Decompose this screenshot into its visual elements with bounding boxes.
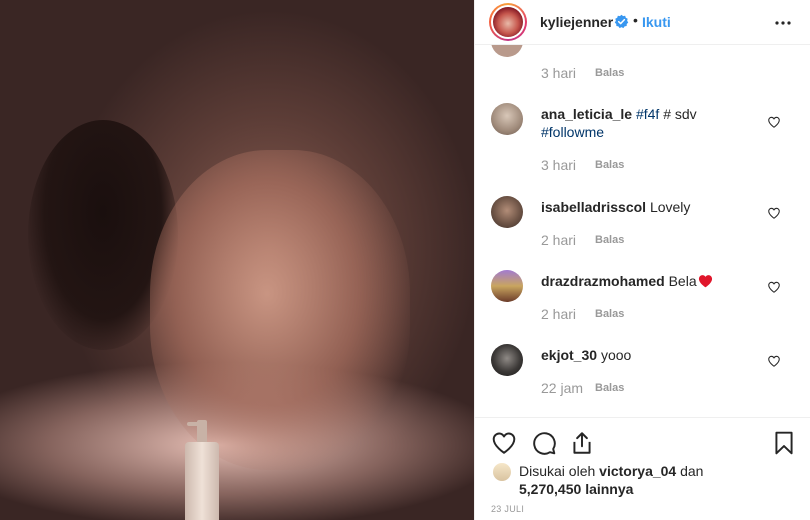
- comment-meta: 22 jam Balas: [541, 380, 624, 396]
- likes-and: dan: [680, 463, 704, 479]
- separator-dot: •: [633, 12, 638, 28]
- bottle-body: [185, 442, 219, 520]
- comment-time: 3 hari: [541, 157, 577, 173]
- bottle-graphic: [185, 420, 219, 520]
- like-comment-icon[interactable]: [767, 206, 781, 220]
- post-date[interactable]: 23 JULI: [491, 504, 524, 514]
- post-actions: Disukai oleh victorya_04 dan 5,270,450 l…: [475, 417, 810, 520]
- comment-meta: 2 hari Balas: [541, 306, 624, 322]
- likes-count[interactable]: 5,270,450: [519, 481, 581, 497]
- comment-meta: 2 hari Balas: [541, 232, 624, 248]
- comment-text: isabelladrisscol Lovely: [541, 198, 771, 216]
- likes-prefix: Disukai oleh: [519, 463, 596, 479]
- like-comment-icon[interactable]: [767, 280, 781, 294]
- hashtag-link[interactable]: #f4f: [636, 106, 659, 122]
- comment-time: 2 hari: [541, 232, 577, 248]
- liker-avatar[interactable]: [493, 463, 511, 481]
- post-header: kyliejenner • Ikuti: [475, 0, 810, 45]
- likes-summary: Disukai oleh victorya_04 dan 5,270,450 l…: [519, 462, 703, 498]
- comment-avatar[interactable]: [491, 344, 523, 376]
- bookmark-icon[interactable]: [771, 430, 797, 456]
- comment-time: 22 jam: [541, 380, 584, 396]
- avatar-image: [493, 7, 523, 37]
- author-username[interactable]: kyliejenner: [540, 14, 613, 30]
- reply-button[interactable]: Balas: [595, 234, 624, 246]
- comment-text: ekjot_30 yooo: [541, 346, 771, 364]
- more-options-icon[interactable]: [773, 13, 793, 33]
- comment-time: 2 hari: [541, 306, 577, 322]
- reply-button[interactable]: Balas: [595, 67, 624, 79]
- post-side-panel: kyliejenner • Ikuti 3 hari Balas ana_let…: [474, 0, 810, 520]
- comment-avatar[interactable]: [491, 103, 523, 135]
- comment-body: Lovely: [649, 199, 691, 215]
- reply-button[interactable]: Balas: [595, 159, 624, 171]
- like-heart-icon[interactable]: [491, 430, 517, 456]
- likes-suffix[interactable]: lainnya: [585, 481, 633, 497]
- heart-emoji-icon: [698, 275, 712, 288]
- share-icon[interactable]: [569, 430, 595, 456]
- comment-avatar[interactable]: [491, 270, 523, 302]
- post-photo[interactable]: [0, 0, 474, 520]
- comment-meta: 3 hari Balas: [541, 157, 624, 173]
- comment-meta: 3 hari Balas: [541, 65, 624, 81]
- like-comment-icon[interactable]: [767, 354, 781, 368]
- comment-body: # sdv: [659, 106, 697, 122]
- comment-username[interactable]: isabelladrisscol: [541, 199, 646, 215]
- verified-badge-icon: [614, 14, 629, 29]
- comment-body: yooo: [600, 347, 632, 363]
- reply-button[interactable]: Balas: [595, 382, 624, 394]
- comment-username[interactable]: ana_leticia_le: [541, 106, 632, 122]
- follow-button[interactable]: Ikuti: [642, 14, 671, 30]
- hashtag-link[interactable]: #followme: [541, 124, 604, 140]
- comment-username[interactable]: drazdrazmohamed: [541, 273, 665, 289]
- comment-bubble-icon[interactable]: [531, 430, 557, 456]
- comments-list[interactable]: 3 hari Balas ana_leticia_le #f4f # sdv #…: [475, 45, 810, 417]
- comment-text: drazdrazmohamed Bela: [541, 272, 771, 290]
- comment-avatar[interactable]: [491, 196, 523, 228]
- comment-body: Bela: [668, 273, 697, 289]
- comment-text: ana_leticia_le #f4f # sdv #followme: [541, 105, 771, 141]
- comment-time: 3 hari: [541, 65, 577, 81]
- bottle-cap: [197, 420, 207, 444]
- reply-button[interactable]: Balas: [595, 308, 624, 320]
- avatar-inner: [491, 5, 525, 39]
- comment-username[interactable]: ekjot_30: [541, 347, 597, 363]
- liker-username[interactable]: victorya_04: [599, 463, 676, 479]
- comment-avatar[interactable]: [491, 45, 523, 57]
- like-comment-icon[interactable]: [767, 115, 781, 129]
- author-avatar[interactable]: [489, 3, 527, 41]
